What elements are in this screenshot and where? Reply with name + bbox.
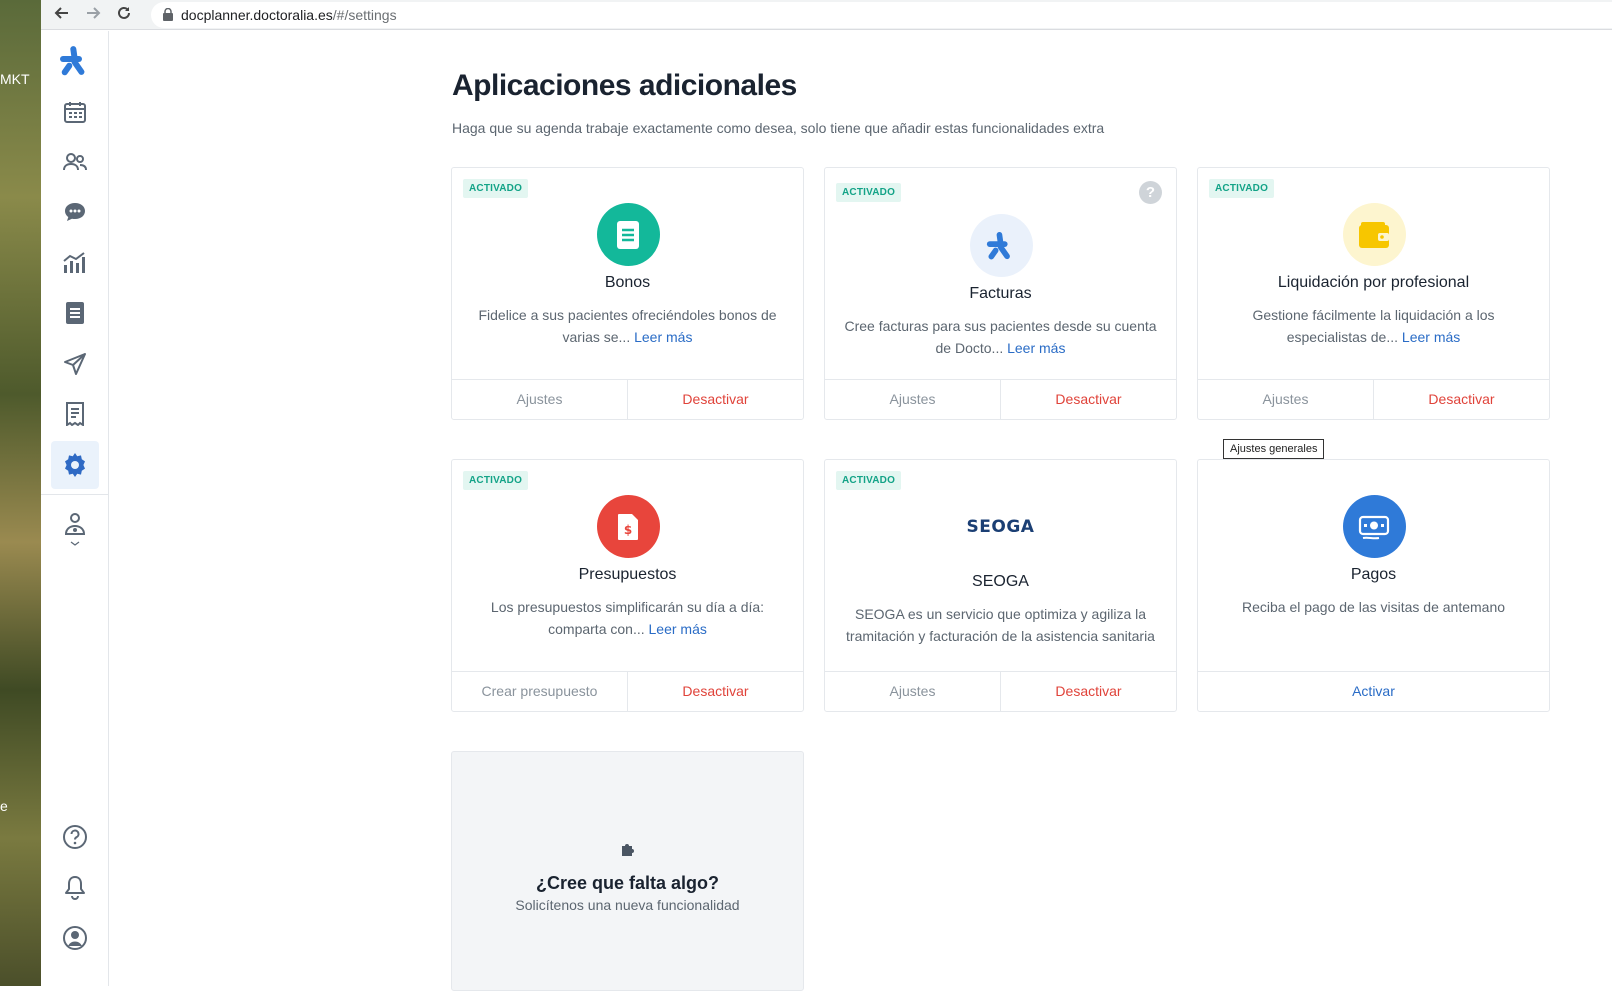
app-card-liquidacion: ACTIVADO Liquidación por profesional Ges…: [1197, 167, 1550, 420]
lock-icon: [163, 8, 173, 21]
page-title: Aplicaciones adicionales: [452, 69, 797, 103]
card-actions: Ajustes Desactivar: [452, 379, 803, 419]
svg-text:$: $: [624, 523, 632, 537]
card-actions: Ajustes Desactivar: [825, 379, 1176, 419]
app-card-seoga: ACTIVADO SEOGA SEOGA SEOGA es un servici…: [824, 459, 1177, 712]
deactivate-button[interactable]: Desactivar: [1000, 380, 1176, 419]
app-name: SEOGA: [825, 573, 1176, 591]
doctor-profile-icon[interactable]: [51, 505, 99, 553]
request-feature-card[interactable]: ¿Cree que falta algo? Solicítenos una nu…: [451, 751, 804, 991]
patients-icon[interactable]: [51, 138, 99, 186]
request-feature-title: ¿Cree que falta algo?: [452, 873, 803, 894]
card-actions: Ajustes Desactivar: [1198, 379, 1549, 419]
notifications-bell-icon[interactable]: [51, 863, 99, 911]
status-badge: ACTIVADO: [463, 471, 528, 490]
settings-button[interactable]: Ajustes: [825, 380, 1000, 419]
card-actions: Ajustes Desactivar: [825, 671, 1176, 711]
quote-document-icon: $: [597, 495, 660, 558]
read-more-link[interactable]: Leer más: [649, 621, 707, 637]
help-icon[interactable]: [51, 813, 99, 861]
app-card-bonos: ACTIVADO Bonos Fidelice a sus pacientes …: [451, 167, 804, 420]
app-name: Pagos: [1198, 566, 1549, 584]
browser-toolbar: docplanner.doctoralia.es/#/settings: [41, 0, 1612, 30]
activate-button[interactable]: Activar: [1198, 672, 1549, 711]
url-text: docplanner.doctoralia.es/#/settings: [181, 7, 397, 23]
app-description: Gestione fácilmente la liquidación a los…: [1214, 304, 1533, 348]
app-card-pagos: Pagos Reciba el pago de las visitas de a…: [1197, 459, 1550, 712]
app-name: Liquidación por profesional: [1198, 274, 1549, 292]
settings-button[interactable]: Ajustes: [1198, 380, 1373, 419]
card-actions: Activar: [1198, 671, 1549, 711]
seoga-logo: SEOGA: [825, 517, 1176, 537]
read-more-link[interactable]: Leer más: [1007, 340, 1065, 356]
back-icon[interactable]: [51, 4, 73, 26]
payment-icon: [1343, 495, 1406, 558]
sidebar-divider: [41, 494, 109, 495]
puzzle-icon: [620, 841, 636, 862]
app-description: Cree facturas para sus pacientes desde s…: [841, 315, 1160, 359]
deactivate-button[interactable]: Desactivar: [627, 672, 803, 711]
account-avatar-icon[interactable]: [51, 914, 99, 962]
read-more-link[interactable]: Leer más: [634, 329, 692, 345]
forward-icon[interactable]: [82, 4, 104, 26]
wallet-icon: [1343, 203, 1406, 266]
address-bar[interactable]: docplanner.doctoralia.es/#/settings: [151, 2, 1612, 28]
app-name: Facturas: [825, 285, 1176, 303]
messages-icon[interactable]: [51, 188, 99, 236]
help-icon[interactable]: ?: [1139, 181, 1162, 204]
main-content: Aplicaciones adicionales Haga que su age…: [109, 31, 1612, 986]
desktop-label: e: [0, 798, 8, 814]
document-icon: [597, 203, 660, 266]
deactivate-button[interactable]: Desactivar: [1000, 672, 1176, 711]
campaigns-icon[interactable]: [51, 340, 99, 388]
app-sidebar: [41, 31, 109, 986]
desktop-label: MKT: [0, 71, 30, 87]
settings-button[interactable]: Ajustes: [452, 380, 627, 419]
app-card-facturas: ACTIVADO ? Facturas Cree facturas para s…: [824, 167, 1177, 420]
app-card-presupuestos: ACTIVADO $ Presupuestos Los presupuestos…: [451, 459, 804, 712]
status-badge: ACTIVADO: [836, 183, 901, 202]
tooltip: Ajustes generales: [1223, 439, 1324, 459]
deactivate-button[interactable]: Desactivar: [1373, 380, 1549, 419]
deactivate-button[interactable]: Desactivar: [627, 380, 803, 419]
settings-button[interactable]: Ajustes: [825, 672, 1000, 711]
status-badge: ACTIVADO: [836, 471, 901, 490]
app-name: Bonos: [452, 274, 803, 292]
page-subtitle: Haga que su agenda trabaje exactamente c…: [452, 120, 1104, 136]
app-description: Los presupuestos simplificarán su día a …: [468, 596, 787, 640]
calendar-icon[interactable]: [51, 88, 99, 136]
read-more-link[interactable]: Leer más: [1402, 329, 1460, 345]
create-quote-button[interactable]: Crear presupuesto: [452, 672, 627, 711]
status-badge: ACTIVADO: [1209, 179, 1274, 198]
settings-icon[interactable]: [51, 441, 99, 489]
status-badge: ACTIVADO: [463, 179, 528, 198]
desktop-background: MKT e: [0, 0, 41, 986]
documents-icon[interactable]: [51, 289, 99, 337]
app-description: Fidelice a sus pacientes ofreciéndoles b…: [468, 304, 787, 348]
reload-icon[interactable]: [113, 4, 135, 26]
app-description: SEOGA es un servicio que optimiza y agil…: [841, 603, 1160, 647]
app-name: Presupuestos: [452, 566, 803, 584]
statistics-icon[interactable]: [51, 239, 99, 287]
doctoralia-logo-icon: [970, 214, 1033, 277]
invoices-icon[interactable]: [51, 390, 99, 438]
request-feature-subtitle: Solicítenos una nueva funcionalidad: [452, 897, 803, 913]
card-actions: Crear presupuesto Desactivar: [452, 671, 803, 711]
doctoralia-logo-icon[interactable]: [51, 37, 99, 85]
app-description: Reciba el pago de las visitas de anteman…: [1214, 596, 1533, 618]
